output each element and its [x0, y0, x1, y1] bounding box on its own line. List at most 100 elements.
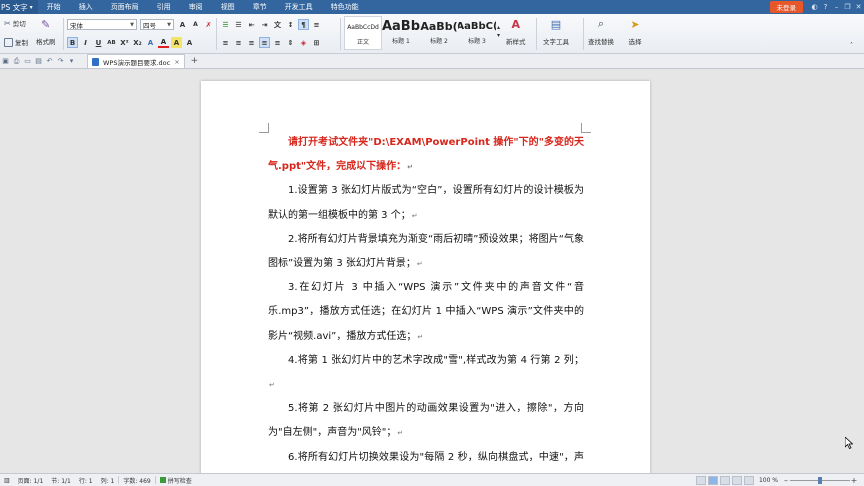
copy-label: 复制 — [15, 39, 28, 47]
copy-icon — [4, 37, 13, 47]
grow-font-icon[interactable]: A — [177, 19, 188, 30]
view-reading-icon[interactable] — [695, 475, 706, 485]
align-right-icon[interactable]: ≡ — [246, 37, 257, 48]
font-color-icon[interactable]: A — [158, 37, 169, 48]
indent-icon[interactable]: ⇥ — [259, 19, 270, 30]
document-body[interactable]: 请打开考试文件夹"D:\EXAM\PowerPoint 操作"下的"多变的天气.… — [268, 131, 584, 486]
menu-developer[interactable]: 开发工具 — [276, 0, 322, 14]
char-border-icon[interactable]: A — [184, 37, 195, 48]
save-icon[interactable]: ▣ — [0, 57, 11, 65]
align-left-icon[interactable]: ≡ — [220, 37, 231, 48]
sort-icon[interactable]: ↕ — [285, 19, 296, 30]
paragraph-mark: ↵ — [417, 332, 424, 341]
wps-document-icon — [92, 57, 99, 66]
skin-icon[interactable]: ◐ — [809, 3, 820, 11]
shrink-font-icon[interactable]: A — [190, 19, 201, 30]
new-style-button[interactable]: A 新样式 — [506, 17, 526, 47]
tab-document[interactable]: WPS演示题目要求.doc × — [87, 54, 185, 68]
find-replace-label: 查找替换 — [588, 38, 614, 46]
bullets-icon[interactable]: ☰ — [220, 19, 231, 30]
numbering-icon[interactable]: ☰ — [233, 19, 244, 30]
zoom-slider[interactable] — [790, 476, 850, 485]
view-page-icon[interactable] — [707, 475, 718, 485]
bold-icon[interactable]: B — [67, 37, 78, 48]
app-name: PS 文字 — [1, 2, 28, 12]
view-outline-icon[interactable] — [719, 475, 730, 485]
view-web-icon[interactable] — [731, 475, 742, 485]
cut-label: 剪切 — [12, 20, 26, 28]
cut-button[interactable]: ✂ 剪切 — [4, 18, 26, 29]
format-painter-label: 格式刷 — [36, 38, 56, 46]
style-heading-2[interactable]: AaBb( 标题 2 — [420, 16, 458, 50]
subscript-icon[interactable]: X₂ — [132, 37, 143, 48]
italic-icon[interactable]: I — [80, 37, 91, 48]
document-page[interactable]: 请打开考试文件夹"D:\EXAM\PowerPoint 操作"下的"多变的天气.… — [201, 81, 650, 486]
new-style-icon: A — [511, 17, 520, 31]
status-word-count[interactable]: 字数: 469 — [119, 476, 154, 485]
status-page[interactable]: 页面: 1/1 — [14, 476, 48, 485]
print-preview-icon[interactable]: ▭ — [22, 57, 33, 65]
menu-review[interactable]: 审阅 — [180, 0, 212, 14]
export-pdf-icon[interactable]: ▤ — [33, 57, 44, 65]
menu-view[interactable]: 视图 — [212, 0, 244, 14]
view-fullscreen-icon[interactable] — [743, 475, 754, 485]
instruction-text: 1.设置第 3 张幻灯片版式为“空白”，设置所有幻灯片的设计模板为默认的第一组模… — [268, 185, 584, 221]
text-tools-label: 文字工具 — [543, 38, 569, 46]
print-icon[interactable]: ⎙ — [11, 57, 22, 66]
restore-icon[interactable]: ❐ — [842, 3, 853, 11]
text-tools-button[interactable]: ▤ 文字工具 — [543, 17, 569, 47]
menu-references[interactable]: 引用 — [148, 0, 180, 14]
undo-icon[interactable]: ↶ — [44, 57, 55, 65]
ribbon-collapse[interactable]: ˄ — [850, 42, 853, 49]
zoom-out-icon[interactable]: – — [782, 476, 790, 485]
redo-icon[interactable]: ↷ — [55, 57, 66, 65]
copy-button[interactable]: 复制 — [4, 37, 28, 47]
format-painter-button[interactable]: ✎ 格式刷 — [36, 17, 56, 47]
justify-icon[interactable]: ≡ — [259, 37, 270, 48]
login-button[interactable]: 未登录 — [769, 1, 803, 13]
shading-icon[interactable]: ◈ — [298, 37, 309, 48]
menu-insert[interactable]: 插入 — [70, 0, 102, 14]
select-button[interactable]: ➤ 选择 — [628, 17, 642, 47]
chinese-layout-icon[interactable]: 文 — [272, 19, 283, 30]
style-gallery-scroll[interactable]: ▴ ▾ — [497, 24, 500, 39]
style-normal[interactable]: AaBbCcDd 正文 — [344, 16, 382, 50]
outdent-icon[interactable]: ⇤ — [246, 19, 257, 30]
superscript-icon[interactable]: X² — [119, 37, 130, 48]
app-menu-button[interactable]: PS 文字 ▾ — [0, 0, 38, 14]
style-heading-3[interactable]: AaBbC( 标题 3 — [458, 16, 496, 50]
zoom-in-icon[interactable]: + — [850, 476, 858, 485]
zoom-slider-thumb[interactable] — [818, 476, 822, 484]
strikethrough-icon[interactable]: AB — [106, 37, 117, 48]
line-spacing-down-icon[interactable]: ⇕ — [285, 37, 296, 48]
show-marks-icon[interactable]: ¶ — [298, 19, 309, 30]
close-tab-icon[interactable]: × — [174, 58, 179, 66]
instruction-text: 4.将第 1 张幻灯片中的艺术字改成"雪",样式改为第 4 行第 2 列； — [288, 354, 584, 366]
font-size-value: 四号 — [143, 21, 156, 30]
menu-page-layout[interactable]: 页面布局 — [102, 0, 148, 14]
distributed-icon[interactable]: ≡ — [272, 37, 283, 48]
font-size-select[interactable]: 四号 ▼ — [140, 19, 174, 30]
border-icon[interactable]: ⊞ — [311, 37, 322, 48]
style-heading-1[interactable]: AaBb 标题 1 — [382, 16, 420, 50]
highlight-icon[interactable]: A — [171, 37, 182, 48]
document-title-text: 请打开考试文件夹"D:\EXAM\PowerPoint 操作"下的"多变的天气.… — [268, 137, 584, 173]
chevron-down-icon[interactable]: ▾ — [66, 57, 77, 65]
line-spacing-icon[interactable]: ≡ — [311, 19, 322, 30]
menu-special[interactable]: 特色功能 — [322, 0, 368, 14]
font-name-select[interactable]: 宋体 ▼ — [67, 19, 137, 30]
document-title: 请打开考试文件夹"D:\EXAM\PowerPoint 操作"下的"多变的天气.… — [268, 131, 584, 179]
minimize-icon[interactable]: – — [831, 3, 842, 11]
help-icon[interactable]: ? — [820, 3, 831, 11]
zoom-level[interactable]: 100 % — [759, 477, 778, 484]
close-icon[interactable]: ✕ — [853, 3, 864, 11]
spell-check-toggle[interactable]: 拼写检查 — [156, 476, 196, 485]
clear-format-icon[interactable]: ✗ — [203, 19, 214, 30]
add-tab-icon[interactable]: + — [191, 56, 199, 66]
menu-home[interactable]: 开始 — [38, 0, 70, 14]
menu-section[interactable]: 章节 — [244, 0, 276, 14]
underline-icon[interactable]: U — [93, 37, 104, 48]
align-center-icon[interactable]: ≡ — [233, 37, 244, 48]
text-effect-icon[interactable]: A — [145, 37, 156, 48]
find-replace-button[interactable]: ⌕ 查找替换 — [588, 17, 614, 46]
